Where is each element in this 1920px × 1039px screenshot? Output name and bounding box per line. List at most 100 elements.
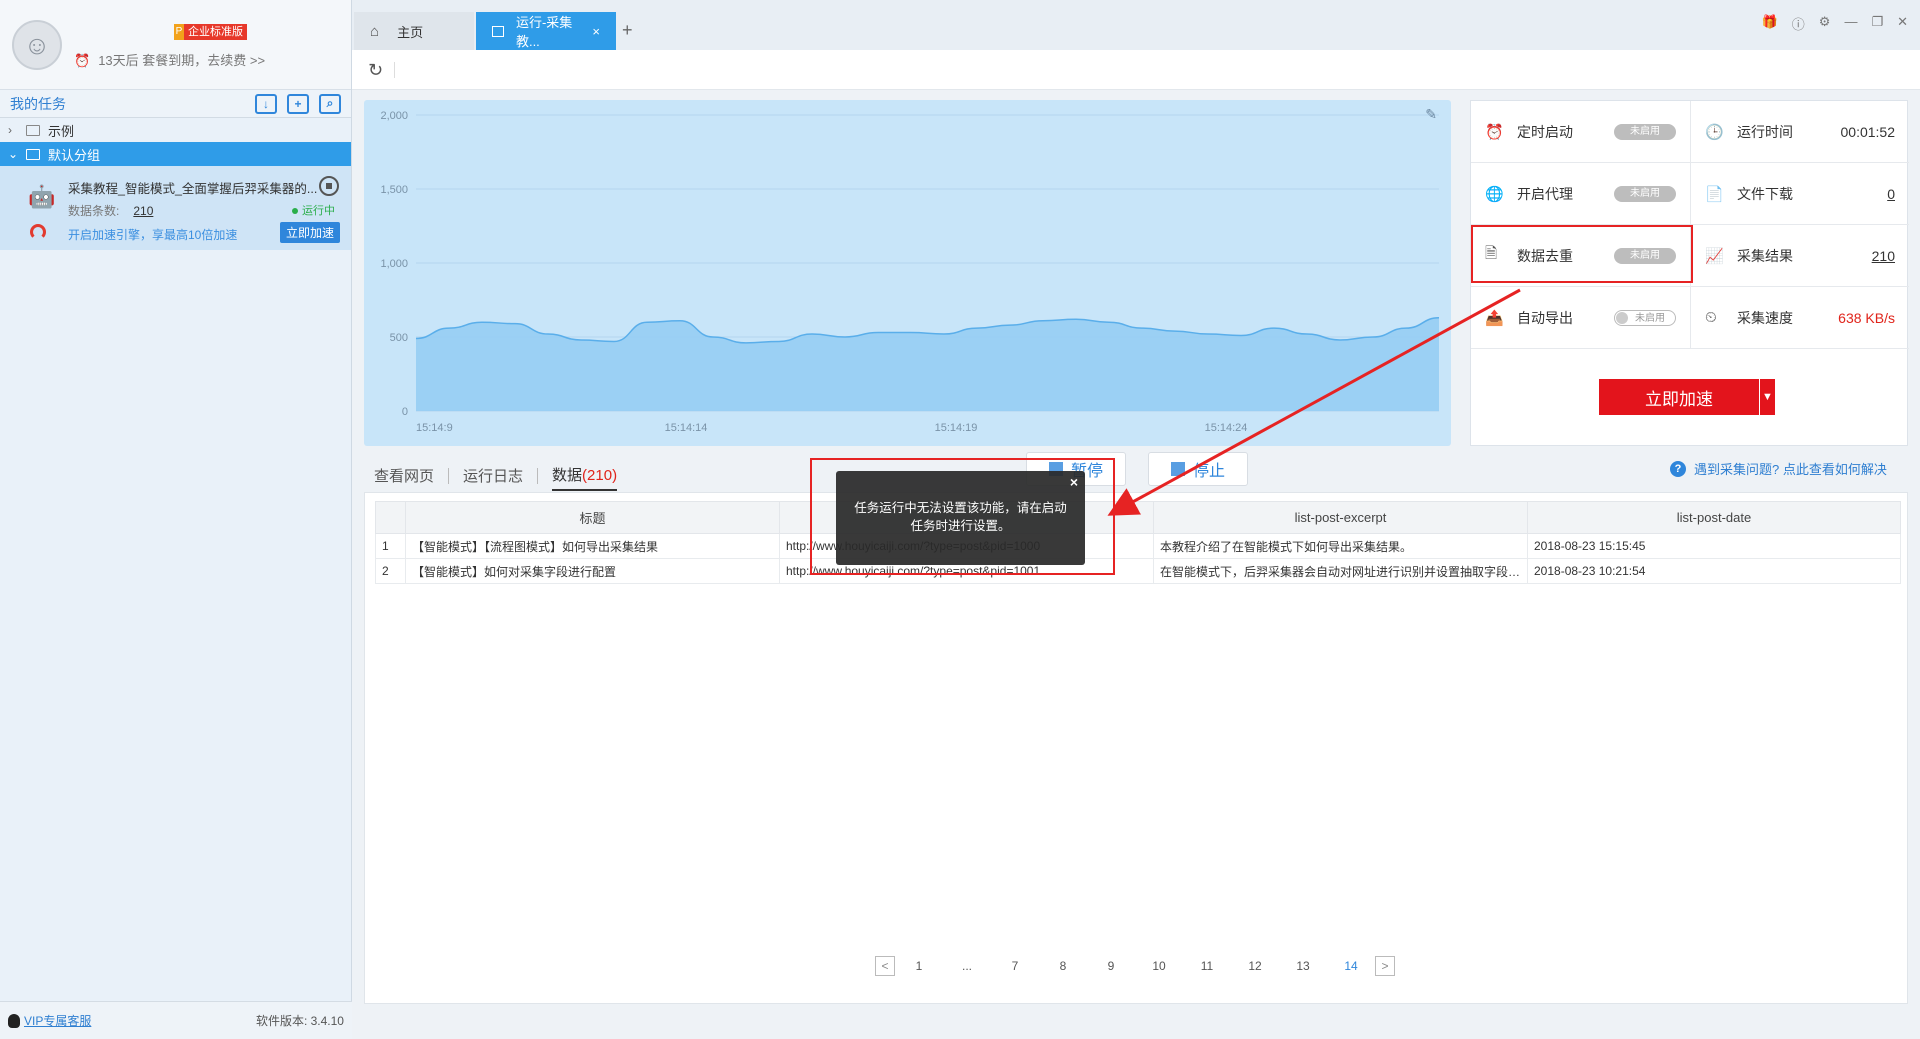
help-link[interactable]: ? 遇到采集问题? 点此查看如何解决 bbox=[1670, 459, 1887, 478]
page-1[interactable]: 1 bbox=[895, 959, 943, 973]
y-tick-label: 1,500 bbox=[380, 184, 408, 196]
prev-page-button[interactable]: < bbox=[875, 956, 895, 976]
column-header-index bbox=[375, 501, 406, 534]
page-ellipsis: ... bbox=[961, 959, 972, 973]
table-row[interactable]: 1 【智能模式】【流程图模式】如何导出采集结果 http://www.houyi… bbox=[375, 533, 1901, 559]
avatar[interactable]: ☺ bbox=[12, 20, 62, 70]
close-window-icon[interactable]: ✕ bbox=[1897, 14, 1908, 33]
task-name[interactable]: 采集教程_智能模式_全面掌握后羿采集器的... bbox=[68, 178, 318, 197]
stop-task-icon[interactable] bbox=[319, 176, 339, 196]
plan-badge-p: P bbox=[174, 24, 184, 40]
cell-title: 【智能模式】如何对采集字段进行配置 bbox=[405, 558, 780, 584]
group-row-example[interactable]: › 示例 bbox=[0, 118, 351, 142]
column-header-excerpt[interactable]: list-post-excerpt bbox=[1153, 501, 1528, 534]
globe-icon: 🌐 bbox=[1485, 185, 1504, 203]
page-14-current[interactable]: 14 bbox=[1327, 959, 1375, 973]
boost-button[interactable]: 立即加速 bbox=[1599, 379, 1759, 415]
chevron-right-icon: › bbox=[8, 123, 12, 137]
next-page-button[interactable]: > bbox=[1375, 956, 1395, 976]
robot-icon: 🤖 bbox=[28, 184, 56, 209]
cell-date: 2018-08-23 10:21:54 bbox=[1527, 558, 1901, 584]
page-10[interactable]: 10 bbox=[1135, 959, 1183, 973]
import-task-icon[interactable]: ↓ bbox=[255, 93, 277, 114]
stop-label: 停止 bbox=[1192, 463, 1225, 480]
task-count-label: 数据条数: bbox=[68, 204, 120, 218]
file-download-icon: 📄 bbox=[1705, 185, 1724, 203]
scheduled-start-toggle[interactable]: 未启用 bbox=[1614, 123, 1676, 140]
minimize-icon[interactable]: — bbox=[1844, 14, 1857, 33]
proxy-cell: 🌐 开启代理 未启用 bbox=[1471, 163, 1690, 225]
task-boost-button[interactable]: 立即加速 bbox=[280, 222, 341, 243]
table-header-row: 标题 list-post-excerpt list-post-date bbox=[375, 501, 1901, 534]
runtime-value: 00:01:52 bbox=[1840, 123, 1896, 140]
auto-export-cell: 📤 自动导出 未启用 bbox=[1471, 287, 1690, 349]
tab-run[interactable]: 运行-采集教... × bbox=[476, 12, 616, 50]
task-header: 我的任务 ↓ + ⌕ bbox=[0, 90, 351, 118]
folder-icon bbox=[26, 148, 40, 160]
plan-badge-text: 企业标准版 bbox=[184, 24, 247, 40]
my-tasks-title: 我的任务 bbox=[10, 95, 66, 112]
expire-notice[interactable]: ⏰ 13天后 套餐到期，去续费 >> bbox=[74, 50, 265, 69]
page-11[interactable]: 11 bbox=[1183, 959, 1231, 973]
page-8[interactable]: 8 bbox=[1039, 959, 1087, 973]
tab-home[interactable]: ⌂ 主页 bbox=[354, 12, 474, 50]
close-tab-icon[interactable]: × bbox=[592, 24, 600, 39]
search-task-icon[interactable]: ⌕ bbox=[319, 93, 341, 114]
chevron-down-icon[interactable]: ▼ bbox=[1759, 379, 1775, 415]
task-count: 数据条数: 210 bbox=[68, 202, 153, 219]
cell-index: 2 bbox=[375, 558, 406, 584]
page-13[interactable]: 13 bbox=[1279, 959, 1327, 973]
column-header-date[interactable]: list-post-date bbox=[1527, 501, 1901, 534]
task-boost-text[interactable]: 开启加速引擎，享最高10倍加速 bbox=[68, 226, 237, 243]
stop-icon bbox=[1170, 462, 1185, 476]
status-panel: ⏰ 定时启动 未启用 🕒 运行时间 00:01:52 🌐 开启代理 未启用 📄 … bbox=[1470, 100, 1909, 446]
scheduled-start-cell: ⏰ 定时启动 未启用 bbox=[1471, 101, 1690, 163]
cell-excerpt: 在智能模式下，后羿采集器会自动对网址进行识别并设置抽取字段。... bbox=[1153, 558, 1528, 584]
page-12[interactable]: 12 bbox=[1231, 959, 1279, 973]
tab-run-log[interactable]: 运行日志 bbox=[463, 461, 523, 490]
cell-excerpt: 本教程介绍了在智能模式下如何导出采集结果。 bbox=[1153, 533, 1528, 559]
boost-button-group: 立即加速 ▼ bbox=[1599, 379, 1775, 415]
file-download-value[interactable]: 0 bbox=[1887, 186, 1895, 202]
tab-data-count: (210) bbox=[582, 467, 618, 484]
table-row[interactable]: 2 【智能模式】如何对采集字段进行配置 http://www.houyicaij… bbox=[375, 558, 1901, 584]
tab-run-label: 运行-采集教... bbox=[515, 15, 573, 49]
vip-support-link[interactable]: VIP专属客服 bbox=[24, 1012, 256, 1029]
user-area: ☺ P 企业标准版 ⏰ 13天后 套餐到期，去续费 >> bbox=[0, 0, 351, 90]
window-controls: 🎁 ⓘ ⚙ — ❐ ✕ bbox=[1762, 14, 1908, 33]
runtime-cell: 🕒 运行时间 00:01:52 bbox=[1690, 101, 1909, 163]
edit-chart-icon[interactable]: ✎ bbox=[1425, 106, 1437, 123]
restore-icon[interactable]: ❐ bbox=[1871, 14, 1883, 33]
auto-export-label: 自动导出 bbox=[1517, 309, 1573, 326]
auto-export-toggle[interactable]: 未启用 bbox=[1614, 309, 1676, 326]
page-7[interactable]: 7 bbox=[991, 959, 1039, 973]
alarm-clock-icon: ⏰ bbox=[1485, 123, 1504, 141]
file-download-label: 文件下载 bbox=[1737, 185, 1793, 202]
qq-icon bbox=[8, 1013, 20, 1028]
question-icon: ? bbox=[1670, 460, 1686, 477]
stop-button[interactable]: 停止 bbox=[1148, 452, 1248, 486]
y-tick-label: 500 bbox=[390, 332, 408, 344]
tab-divider bbox=[448, 467, 450, 484]
refresh-icon[interactable]: ↻ bbox=[368, 60, 383, 81]
new-task-icon[interactable]: + bbox=[287, 93, 309, 114]
settings-icon[interactable]: ⚙ bbox=[1819, 14, 1831, 33]
proxy-toggle[interactable]: 未启用 bbox=[1614, 185, 1676, 202]
sidebar: ☺ P 企业标准版 ⏰ 13天后 套餐到期，去续费 >> 我的任务 ↓ + ⌕ ›… bbox=[0, 0, 352, 1039]
task-item[interactable]: 🤖 采集教程_智能模式_全面掌握后羿采集器的... 数据条数: 210 运行中 开… bbox=[0, 166, 351, 250]
tab-view-page[interactable]: 查看网页 bbox=[374, 461, 434, 490]
chart-up-icon: 📈 bbox=[1705, 247, 1724, 265]
group-row-default[interactable]: ⌄ 默认分组 bbox=[0, 142, 351, 166]
sidebar-footer: VIP专属客服 软件版本: 3.4.10 bbox=[0, 1001, 352, 1039]
chart-svg: 2,000 1,500 1,000 500 0 15:14:9 15:14:14 15:14:… bbox=[380, 110, 1440, 434]
home-icon: ⌂ bbox=[370, 22, 380, 40]
results-cell: 📈 采集结果 210 bbox=[1690, 225, 1909, 287]
add-tab-button[interactable]: + bbox=[622, 20, 633, 41]
help-icon[interactable]: ⓘ bbox=[1792, 14, 1805, 33]
gift-icon[interactable]: 🎁 bbox=[1762, 14, 1778, 33]
page-9[interactable]: 9 bbox=[1087, 959, 1135, 973]
task-count-value[interactable]: 210 bbox=[133, 204, 153, 218]
results-value[interactable]: 210 bbox=[1872, 248, 1895, 264]
column-header-title[interactable]: 标题 bbox=[405, 501, 780, 534]
tab-data[interactable]: 数据(210) bbox=[552, 460, 618, 491]
